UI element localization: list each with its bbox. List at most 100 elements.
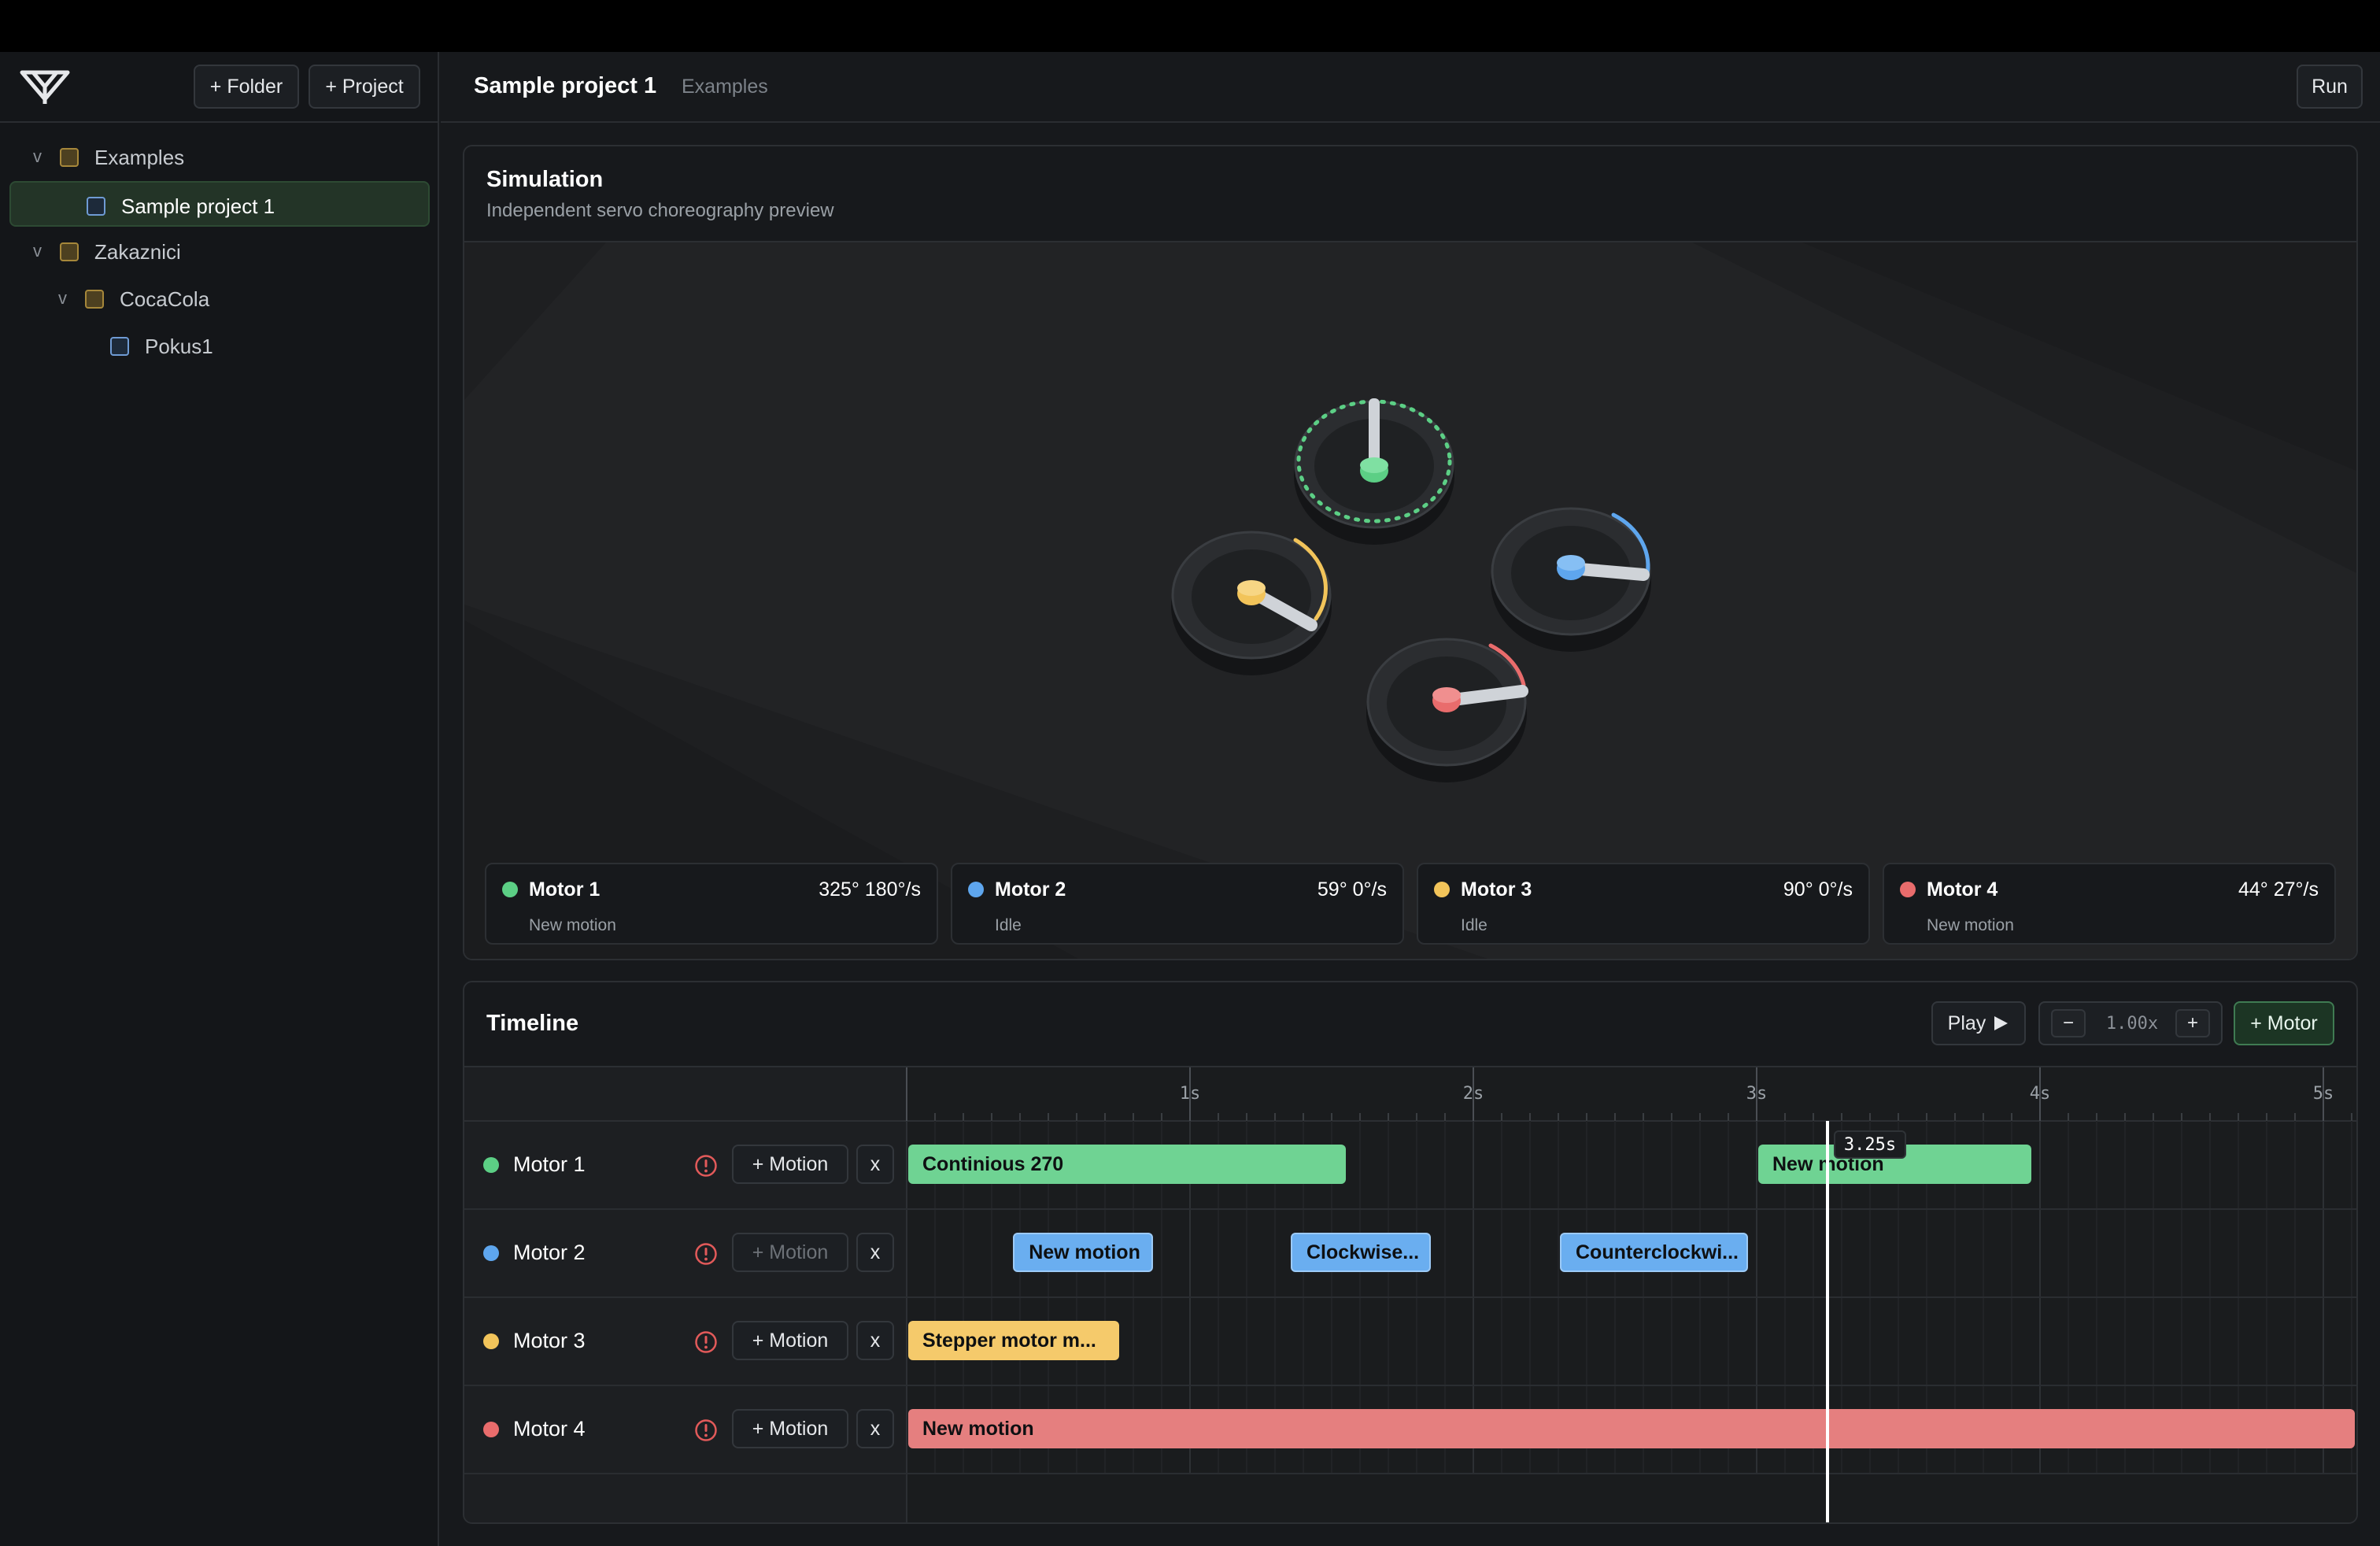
warning-icon[interactable] [694,1242,718,1266]
track-name: Motor 1 [513,1152,586,1176]
folder-icon [60,148,79,167]
track-header: Motor 2 + Motion x [464,1209,905,1297]
track-color-dot [483,1422,499,1437]
motor-card-name: Motor 1 [529,878,601,901]
chevron-down-icon[interactable]: v [33,146,42,167]
timeline-body: 1s 2s 3s 4s 5s Motor 1 + Motion x Motor 2 + … [464,1067,2356,1522]
chevron-down-icon[interactable]: v [33,241,42,261]
ruler-tick-label: 5s [2313,1084,2334,1104]
simulation-subtitle: Independent servo choreography preview [486,200,834,221]
delete-track-button[interactable]: x [856,1233,894,1272]
add-motion-button[interactable]: + Motion [732,1321,848,1360]
ruler-tick-label: 4s [2030,1084,2051,1104]
motor-status-card[interactable]: Motor 4 44° 27°/s New motion [1883,863,2336,945]
speed-increase-button[interactable]: + [2175,1009,2210,1037]
track-name: Motor 2 [513,1241,586,1264]
add-motion-button[interactable]: + Motion [732,1145,848,1184]
track-header: Motor 3 + Motion x [464,1297,905,1385]
tree-item-project-selected[interactable]: Sample project 1 [9,181,430,227]
track-name: Motor 3 [513,1329,586,1352]
warning-icon[interactable] [694,1330,718,1354]
motor-card-reading: 44° 27°/s [2238,878,2319,901]
folder-icon [60,242,79,261]
tree-item-project[interactable]: Pokus1 [9,323,430,368]
playhead-time-label[interactable]: 3.25s [1834,1130,1906,1159]
simulation-viewport[interactable] [464,242,2356,959]
motion-clip[interactable]: Stepper motor m... [908,1321,1119,1360]
project-file-icon [87,197,105,216]
track-color-dot [483,1157,499,1173]
delete-track-button[interactable]: x [856,1409,894,1448]
play-button[interactable]: Play [1931,1001,2026,1045]
tree-item-label: Zakaznici [94,240,181,264]
track-header: Motor 4 + Motion x [464,1385,905,1474]
breadcrumb-folder[interactable]: Examples [682,76,768,98]
speed-decrease-button[interactable]: − [2051,1009,2086,1037]
warning-icon[interactable] [694,1154,718,1178]
ruler-tick-label: 3s [1746,1084,1768,1104]
playback-speed-control: − 1.00x + [2038,1001,2223,1045]
motor-status-card[interactable]: Motor 1 325° 180°/s New motion [485,863,938,945]
timeline-header: Timeline Play − 1.00x + + Motor [464,982,2356,1067]
motor-card-reading: 59° 0°/s [1317,878,1387,901]
track-header: Motor 1 + Motion x [464,1121,905,1209]
motion-clip[interactable]: Clockwise... [1291,1233,1431,1272]
timeline-lane-area [907,1067,2356,1522]
motor-status-card[interactable]: Motor 2 59° 0°/s Idle [951,863,1404,945]
page-title: Sample project 1 [474,73,657,98]
motor-color-dot [502,882,518,897]
timeline-title: Timeline [486,1011,579,1036]
timeline-panel: Timeline Play − 1.00x + + Motor 1s 2s 3s 4s… [463,981,2358,1524]
simulation-title: Simulation [486,167,604,192]
motor-card-status: New motion [529,916,616,934]
motion-clip[interactable]: Continious 270 [908,1145,1346,1184]
servo-motor-4[interactable] [1366,638,1528,782]
motion-clip[interactable]: Counterclockwi... [1560,1233,1749,1272]
motor-card-reading: 325° 180°/s [819,878,921,901]
add-motion-button[interactable]: + Motion [732,1409,848,1448]
motion-clip[interactable]: New motion [908,1409,2355,1448]
motor-color-dot [968,882,984,897]
simulation-header: Simulation Independent servo choreograph… [464,146,2356,242]
speed-value: 1.00x [2105,1014,2159,1034]
motor-card-status: New motion [1927,916,2014,934]
chevron-down-icon[interactable]: v [58,288,67,309]
tree-item-folder[interactable]: v Zakaznici [9,228,430,274]
servo-motor-3[interactable] [1171,531,1332,675]
ruler-tick-label: 2s [1463,1084,1484,1104]
add-project-button[interactable]: + Project [309,65,420,109]
motor-card-name: Motor 4 [1927,878,1998,901]
sidebar-header: + Folder + Project [0,52,438,123]
motor-card-name: Motor 3 [1461,878,1532,901]
tree-item-label: Pokus1 [145,335,213,358]
sidebar: + Folder + Project v Examples Sample pro… [0,52,439,1546]
tree-item-folder[interactable]: v CocaCola [9,276,430,321]
add-motor-button[interactable]: + Motor [2234,1001,2334,1045]
add-motion-button-disabled[interactable]: + Motion [732,1233,848,1272]
warning-icon[interactable] [694,1418,718,1442]
brand-logo-icon[interactable] [17,65,72,109]
add-folder-button[interactable]: + Folder [194,65,299,109]
project-file-icon [110,337,129,356]
motor-card-name: Motor 2 [995,878,1066,901]
delete-track-button[interactable]: x [856,1145,894,1184]
simulation-panel: Simulation Independent servo choreograph… [463,145,2358,960]
play-label: Play [1947,1012,1986,1034]
motor-color-dot [1434,882,1450,897]
ruler-tick-label: 1s [1180,1084,1201,1104]
motion-clip[interactable]: New motion [1013,1233,1154,1272]
servo-motor-2[interactable] [1491,507,1651,652]
project-topbar: Sample project 1 Examples Run [441,52,2380,123]
run-button[interactable]: Run [2297,65,2363,109]
tree-item-label: CocaCola [120,287,210,311]
track-name: Motor 4 [513,1417,586,1441]
tree-item-label: Sample project 1 [121,194,275,218]
servo-motor-1[interactable] [1294,398,1454,545]
track-color-dot [483,1245,499,1261]
tree-item-folder[interactable]: v Examples [9,134,430,179]
tree-item-label: Examples [94,146,185,169]
play-triangle-icon [1994,1016,2009,1030]
motor-status-card[interactable]: Motor 3 90° 0°/s Idle [1417,863,1870,945]
track-color-dot [483,1333,499,1349]
delete-track-button[interactable]: x [856,1321,894,1360]
